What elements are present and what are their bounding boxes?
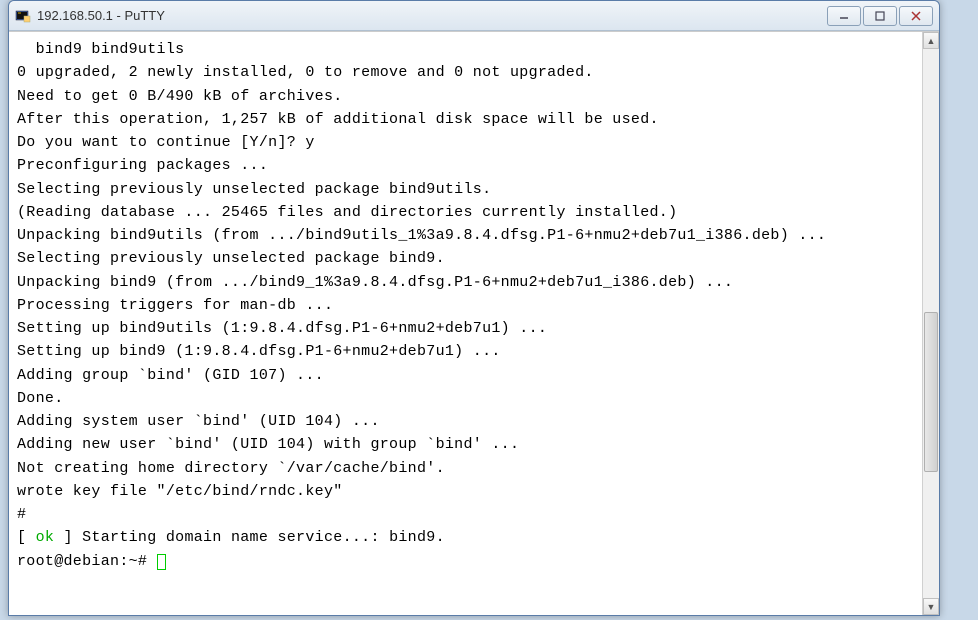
minimize-button[interactable] <box>827 6 861 26</box>
close-button[interactable] <box>899 6 933 26</box>
titlebar[interactable]: 192.168.50.1 - PuTTY <box>9 1 939 31</box>
terminal-line: After this operation, 1,257 kB of additi… <box>17 111 659 128</box>
terminal-line: Processing triggers for man-db ... <box>17 297 333 314</box>
terminal-line: Selecting previously unselected package … <box>17 181 491 198</box>
terminal-line: Need to get 0 B/490 kB of archives. <box>17 88 343 105</box>
scrollbar[interactable]: ▲ ▼ <box>922 32 939 615</box>
putty-window: 192.168.50.1 - PuTTY bind9 bind9utils 0 … <box>8 0 940 616</box>
terminal-line: bind9 bind9utils <box>17 41 184 58</box>
terminal-line: Unpacking bind9utils (from .../bind9util… <box>17 227 826 244</box>
status-text: ] Starting domain name service...: bind9… <box>54 529 445 546</box>
terminal-line: wrote key file "/etc/bind/rndc.key" <box>17 483 343 500</box>
terminal-line: Setting up bind9utils (1:9.8.4.dfsg.P1-6… <box>17 320 547 337</box>
terminal-line: Adding new user `bind' (UID 104) with gr… <box>17 436 519 453</box>
scroll-thumb[interactable] <box>924 312 938 472</box>
terminal-line: # <box>17 506 26 523</box>
status-ok: ok <box>36 529 55 546</box>
scroll-up-button[interactable]: ▲ <box>923 32 939 49</box>
status-bracket: [ <box>17 529 36 546</box>
terminal-line: Selecting previously unselected package … <box>17 250 445 267</box>
window-title: 192.168.50.1 - PuTTY <box>37 8 827 23</box>
scroll-down-button[interactable]: ▼ <box>923 598 939 615</box>
putty-icon <box>15 8 31 24</box>
terminal-area: bind9 bind9utils 0 upgraded, 2 newly ins… <box>9 31 939 615</box>
terminal-line: Adding group `bind' (GID 107) ... <box>17 367 324 384</box>
terminal-line: Do you want to continue [Y/n]? y <box>17 134 315 151</box>
terminal-line: (Reading database ... 25465 files and di… <box>17 204 677 221</box>
terminal-line: Setting up bind9 (1:9.8.4.dfsg.P1-6+nmu2… <box>17 343 501 360</box>
window-controls <box>827 6 933 26</box>
terminal[interactable]: bind9 bind9utils 0 upgraded, 2 newly ins… <box>9 32 922 615</box>
maximize-button[interactable] <box>863 6 897 26</box>
terminal-line: Not creating home directory `/var/cache/… <box>17 460 445 477</box>
terminal-line: Unpacking bind9 (from .../bind9_1%3a9.8.… <box>17 274 733 291</box>
terminal-line: Preconfiguring packages ... <box>17 157 268 174</box>
terminal-line: Adding system user `bind' (UID 104) ... <box>17 413 380 430</box>
prompt: root@debian:~# <box>17 553 157 570</box>
terminal-line: 0 upgraded, 2 newly installed, 0 to remo… <box>17 64 594 81</box>
terminal-line: Done. <box>17 390 64 407</box>
cursor <box>157 554 166 570</box>
